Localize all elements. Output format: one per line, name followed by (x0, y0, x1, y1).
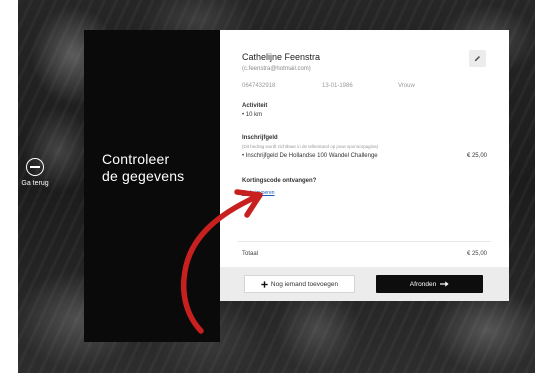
pencil-icon (474, 55, 481, 62)
plus-icon (261, 280, 268, 288)
page-title: Controleer de gegevens (102, 151, 184, 185)
fee-title: Inschrijfgeld (242, 135, 278, 141)
participant-email: (c.feenstra@hotmail.com) (242, 66, 311, 72)
add-person-button[interactable]: Nog iemand toevoegen (244, 275, 355, 293)
participant-gender: Vrouw (398, 83, 415, 89)
discount-code-link[interactable]: Code invoeren (242, 190, 275, 196)
summary-card: Cathelijne Feenstra (c.feenstra@hotmail.… (220, 30, 509, 301)
divider (238, 241, 491, 242)
black-panel (84, 30, 220, 342)
fee-item: • Inschrijfgeld De Hollandse 100 Wandel … (242, 153, 378, 159)
add-person-label: Nog iemand toevoegen (270, 280, 339, 288)
back-circle-icon (26, 158, 44, 176)
fee-note: (Dit bedrag wordt zichtbaar in de teller… (242, 144, 379, 149)
participant-birthdate: 13-01-1986 (322, 83, 353, 89)
edit-button[interactable] (469, 50, 486, 67)
finish-label: Afronden (409, 280, 437, 288)
discount-title: Kortingscode ontvangen? (242, 178, 317, 184)
activity-title: Activiteit (242, 103, 268, 109)
total-value: € 25,00 (466, 251, 487, 257)
participant-name: Cathelijne Feenstra (242, 52, 321, 62)
arrow-right-icon (440, 281, 449, 287)
back-label: Ga terug (21, 180, 49, 187)
fee-price: € 25,00 (466, 153, 487, 159)
back-button[interactable]: Ga terug (10, 158, 60, 187)
page-title-line-2: de gegevens (102, 168, 185, 184)
page-title-line-1: Controleer (102, 151, 170, 167)
participant-phone: 0647432918 (242, 83, 276, 89)
activity-value: • 10 km (242, 112, 263, 118)
total-label: Totaal (242, 251, 259, 257)
finish-button[interactable]: Afronden (376, 275, 483, 293)
card-footer: Nog iemand toevoegen Afronden (220, 267, 509, 301)
